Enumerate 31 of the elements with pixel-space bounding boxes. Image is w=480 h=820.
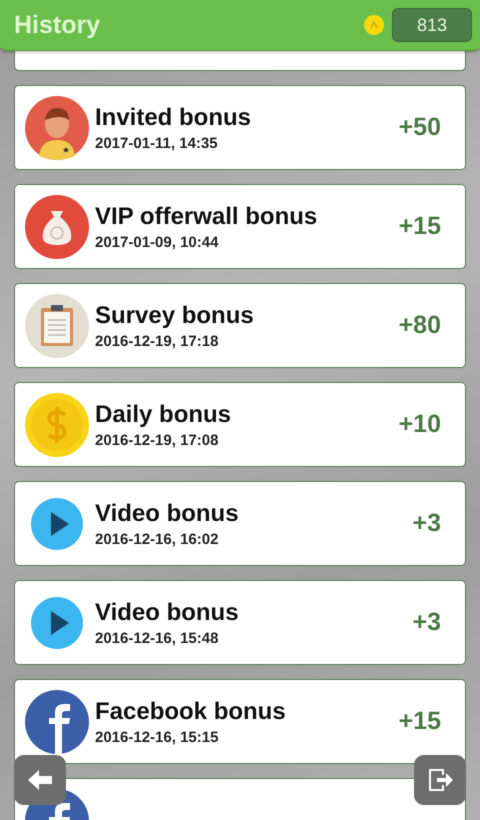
bonus-title: VIP offerwall bonus [95,202,318,230]
bonus-amount: +3 [412,608,441,637]
person-avatar-icon [25,96,89,160]
back-button[interactable] [14,755,66,805]
bonus-title: Video bonus [95,500,240,528]
facebook-icon [25,690,89,754]
bonus-title: Daily bonus [95,400,232,428]
bonus-date: 2017-01-11, 14:35 [95,134,219,152]
bonus-date: 2016-12-16, 15:48 [95,630,220,646]
bonus-amount: +50 [398,113,441,142]
coin-balance: 813 [392,8,472,42]
money-bag-icon [25,194,89,258]
page-title: History [14,10,102,40]
bonus-amount: +15 [398,212,441,241]
dollar-coin-icon [25,392,89,456]
bonus-amount: +10 [398,410,441,439]
bonus-date: 2016-12-19, 17:18 [95,332,220,350]
bonus-date: 2017-01-09, 10:44 [95,234,220,250]
bonus-title: Invited bonus [95,104,252,132]
bonus-title: Video bonus [95,598,240,626]
bonus-amount: +3 [412,509,441,538]
bonus-title: Survey bonus [95,302,255,330]
logout-button[interactable] [414,755,466,805]
bonus-date: 2016-12-16, 16:02 [95,530,220,548]
clipboard-icon [25,294,89,358]
bonus-amount: +15 [398,707,441,736]
bonus-date: 2016-12-16, 15:15 [95,728,220,746]
bonus-date: 2016-12-19, 17:08 [95,432,220,448]
bonus-title: Facebook bonus [95,698,287,726]
bonus-amount: +80 [398,311,441,340]
coin-icon [364,15,384,35]
